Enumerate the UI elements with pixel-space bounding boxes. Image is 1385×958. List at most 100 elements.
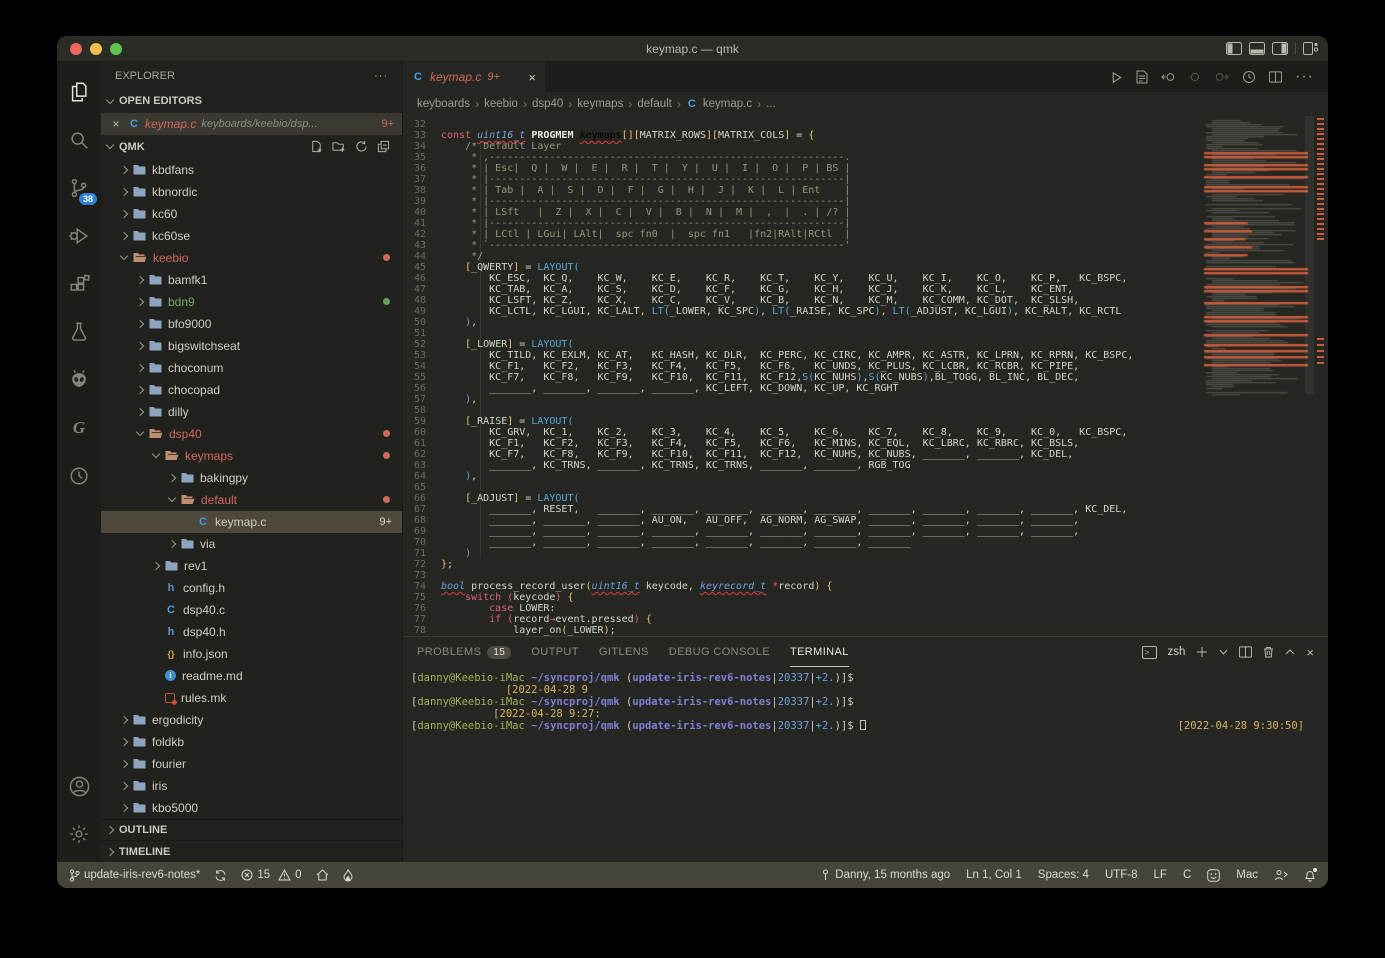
tree-item-info-json[interactable]: {}info.json — [101, 643, 402, 665]
code-line[interactable]: 44 */ — [403, 251, 1202, 262]
new-folder-icon[interactable] — [332, 140, 346, 153]
tree-item-bamfk1[interactable]: bamfk1 — [101, 269, 402, 291]
code-line[interactable]: 65 — [403, 482, 1202, 493]
timeline-section-header[interactable]: TIMELINE — [101, 840, 402, 862]
history-icon[interactable] — [63, 456, 95, 496]
tree-item-chocopad[interactable]: chocopad — [101, 379, 402, 401]
more-actions-icon[interactable]: ··· — [1295, 68, 1314, 86]
customize-layout-icon[interactable] — [1303, 42, 1318, 55]
code-line[interactable]: 50 ), — [403, 317, 1202, 328]
code-line[interactable]: 76 case LOWER: — [403, 603, 1202, 614]
tree-item-rules-mk[interactable]: rules.mk — [101, 687, 402, 709]
tree-item-kc60[interactable]: kc60 — [101, 203, 402, 225]
code-line[interactable]: 63 _______, KC_TRNS, _______, KC_TRNS, K… — [403, 460, 1202, 471]
blame-annotation[interactable]: Danny, 15 months ago — [820, 869, 950, 881]
toggle-sidebar-icon[interactable] — [1226, 42, 1242, 55]
editor-body[interactable]: 3233const uint16_t PROGMEM keymaps[][MAT… — [403, 116, 1328, 636]
code-line[interactable]: 59 [_RAISE] = LAYOUT( — [403, 416, 1202, 427]
search-icon[interactable] — [63, 120, 95, 160]
code-line[interactable]: 60 KC_GRV, KC_1, KC_2, KC_3, KC_4, KC_5,… — [403, 427, 1202, 438]
extensions-icon[interactable] — [63, 264, 95, 304]
panel-tab-debug-console[interactable]: DEBUG CONSOLE — [669, 637, 770, 667]
tree-item-dsp40[interactable]: dsp40 — [101, 423, 402, 445]
tab-keymap-c[interactable]: C keymap.c 9+ × — [403, 62, 545, 92]
close-editor-icon[interactable]: × — [109, 117, 123, 131]
language-mode-button[interactable]: C — [1183, 869, 1191, 881]
code-line[interactable]: 32 — [403, 119, 1202, 130]
code-line[interactable]: 40 * | LSft | Z | X | C | V | B | N | M … — [403, 207, 1202, 218]
tree-item-kbo5000[interactable]: kbo5000 — [101, 797, 402, 819]
previous-change-icon[interactable] — [1161, 71, 1176, 83]
code-line[interactable]: 53 KC_TILD, KC_EXLM, KC_AT, KC_HASH, KC_… — [403, 350, 1202, 361]
tree-item-kbnordic[interactable]: kbnordic — [101, 181, 402, 203]
code-line[interactable]: 62 KC_F7, KC_F8, KC_F9, KC_F10, KC_F11, … — [403, 449, 1202, 460]
breadcrumb-item[interactable]: ... — [766, 98, 776, 110]
code-line[interactable]: 78 layer_on(_LOWER); — [403, 625, 1202, 636]
code-line[interactable]: 35 * ,----------------------------------… — [403, 152, 1202, 163]
tree-item-via[interactable]: via — [101, 533, 402, 555]
code-line[interactable]: 47 KC_TAB, KC_A, KC_S, KC_D, KC_F, KC_G,… — [403, 284, 1202, 295]
minimap-scrollbar[interactable] — [1305, 116, 1314, 394]
problems-button[interactable]: 15 0 — [241, 869, 301, 881]
code-line[interactable]: 41 * |----------------------------------… — [403, 218, 1202, 229]
code-line[interactable]: 46 KC_ESC, KC_Q, KC_W, KC_E, KC_R, KC_T,… — [403, 273, 1202, 284]
code-line[interactable]: 38 * | Tab | A | S | D | F | G | H | J |… — [403, 185, 1202, 196]
breadcrumb-item[interactable]: default — [637, 98, 672, 110]
tree-item-foldkb[interactable]: foldkb — [101, 731, 402, 753]
gitlens-icon[interactable]: G — [63, 408, 95, 448]
code-line[interactable]: 74bool process_record_user(uint16_t keyc… — [403, 581, 1202, 592]
new-file-icon[interactable] — [310, 140, 323, 153]
outline-section-header[interactable]: OUTLINE — [101, 819, 402, 841]
code-line[interactable]: 48 KC_LSFT, KC_Z, KC_X, KC_C, KC_V, KC_B… — [403, 295, 1202, 306]
code-line[interactable]: 75 switch (keycode) { — [403, 592, 1202, 603]
tree-item-dsp40-c[interactable]: Cdsp40.c — [101, 599, 402, 621]
notifications-button[interactable] — [1304, 869, 1316, 882]
tree-item-config-h[interactable]: hconfig.h — [101, 577, 402, 599]
cursor-position-button[interactable]: Ln 1, Col 1 — [966, 869, 1022, 881]
encoding-button[interactable]: UTF-8 — [1105, 869, 1138, 881]
alien-icon[interactable] — [63, 360, 95, 400]
refresh-icon[interactable] — [355, 140, 368, 153]
code-line[interactable]: 37 * |----------------------------------… — [403, 174, 1202, 185]
sidebar-more-actions-icon[interactable]: ··· — [374, 70, 388, 82]
code-line[interactable]: 51 — [403, 328, 1202, 339]
tree-item-bfo9000[interactable]: bfo9000 — [101, 313, 402, 335]
panel-tab-terminal[interactable]: TERMINAL — [790, 637, 849, 667]
git-branch-button[interactable]: update-iris-rev6-notes* — [69, 869, 200, 882]
panel-tab-problems[interactable]: PROBLEMS15 — [417, 637, 511, 667]
indentation-button[interactable]: Spaces: 4 — [1038, 869, 1089, 881]
tab-close-icon[interactable]: × — [528, 70, 536, 85]
settings-gear-icon[interactable] — [63, 814, 95, 854]
os-indicator[interactable]: Mac — [1236, 869, 1258, 881]
open-editors-section-header[interactable]: OPEN EDITORS — [101, 90, 402, 114]
code-line[interactable]: 56 _______, _______, _______, _______, K… — [403, 383, 1202, 394]
tree-item-rev1[interactable]: rev1 — [101, 555, 402, 577]
code-line[interactable]: 39 * |----------------------------------… — [403, 196, 1202, 207]
next-change-icon[interactable] — [1214, 71, 1229, 83]
open-preview-icon[interactable] — [1136, 70, 1148, 84]
gitlens-flame-button[interactable] — [343, 869, 353, 882]
breadcrumb-item[interactable]: keymaps — [577, 98, 623, 110]
terminal-dropdown-icon[interactable] — [1219, 649, 1228, 655]
code-line[interactable]: 57 ), — [403, 394, 1202, 405]
toggle-secondary-sidebar-icon[interactable] — [1272, 42, 1288, 55]
code-line[interactable]: 42 * | LCtl | LGui| LAlt| spc fn0 | spc … — [403, 229, 1202, 240]
code-area[interactable]: 3233const uint16_t PROGMEM keymaps[][MAT… — [403, 116, 1202, 636]
tree-item-readme-md[interactable]: ireadme.md — [101, 665, 402, 687]
code-line[interactable]: 72}; — [403, 559, 1202, 570]
code-line[interactable]: 54 KC_F1, KC_F2, KC_F3, KC_F4, KC_F5, KC… — [403, 361, 1202, 372]
code-line[interactable]: 64 ), — [403, 471, 1202, 482]
tree-item-bigswitchseat[interactable]: bigswitchseat — [101, 335, 402, 357]
breadcrumb-item[interactable]: keyboards — [417, 98, 470, 110]
timeline-history-icon[interactable] — [1242, 70, 1256, 84]
code-line[interactable]: 69 _______, _______, _______, _______, _… — [403, 526, 1202, 537]
code-line[interactable]: 52 [_LOWER] = LAYOUT( — [403, 339, 1202, 350]
sync-changes-button[interactable] — [214, 869, 227, 882]
code-line[interactable]: 36 * | Esc| Q | W | E | R | T | Y | U | … — [403, 163, 1202, 174]
panel-tab-output[interactable]: OUTPUT — [531, 637, 579, 667]
terminal-output[interactable]: [danny@Keebio-iMac ~/syncproj/qmk (updat… — [403, 667, 1328, 862]
tree-item-bakingpy[interactable]: bakingpy — [101, 467, 402, 489]
run-icon[interactable] — [1110, 71, 1123, 84]
explorer-icon[interactable] — [63, 72, 95, 112]
code-line[interactable]: 43 * `----------------------------------… — [403, 240, 1202, 251]
